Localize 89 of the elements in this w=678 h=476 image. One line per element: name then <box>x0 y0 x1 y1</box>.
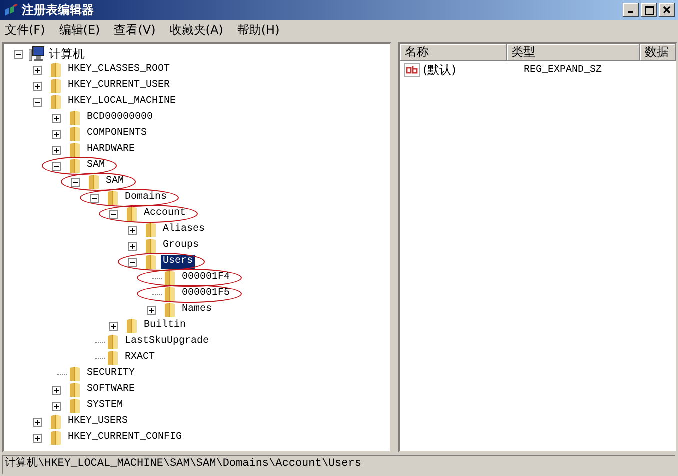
expand-icon[interactable] <box>128 226 137 234</box>
folder-icon <box>48 94 64 110</box>
menu-item[interactable]: 查看(V) <box>113 22 157 38</box>
tree-item[interactable]: HKEY_CURRENT_USER <box>66 79 172 93</box>
menu-item[interactable]: 帮助(H) <box>236 22 281 38</box>
menu-item[interactable]: 收藏夹(A) <box>168 22 224 38</box>
tree-item[interactable]: Users <box>161 255 196 269</box>
collapse-icon[interactable] <box>71 178 80 186</box>
folder-icon <box>67 366 83 382</box>
folder-icon <box>67 158 83 174</box>
menu-item[interactable]: 文件(F) <box>4 22 46 38</box>
expand-icon[interactable] <box>109 322 118 330</box>
column-header[interactable]: 数据 <box>640 44 676 61</box>
folder-icon <box>105 350 121 366</box>
maximize-icon <box>644 6 654 14</box>
folder-icon <box>67 382 83 398</box>
close-icon <box>663 6 671 14</box>
tree-item[interactable]: HKEY_CLASSES_ROOT <box>66 63 172 77</box>
maximize-button[interactable] <box>641 3 657 17</box>
expand-icon[interactable] <box>147 306 156 314</box>
tree-item[interactable]: LastSkuUpgrade <box>123 335 212 349</box>
expand-icon[interactable] <box>128 242 137 250</box>
folder-icon <box>67 142 83 158</box>
folder-icon <box>48 62 64 78</box>
tree-item[interactable]: SYSTEM <box>85 399 126 413</box>
expand-icon[interactable] <box>52 114 61 122</box>
column-header[interactable]: 名称 <box>400 44 507 61</box>
folder-icon <box>143 238 159 254</box>
expand-icon[interactable] <box>33 82 42 90</box>
collapse-icon[interactable] <box>14 50 23 58</box>
tree-item[interactable]: SECURITY <box>85 367 138 381</box>
collapse-icon[interactable] <box>128 258 137 266</box>
tree-item[interactable]: RXACT <box>123 351 158 365</box>
string-value-icon <box>404 63 420 77</box>
expand-icon[interactable] <box>33 66 42 74</box>
value-type: REG_EXPAND_SZ <box>523 64 602 76</box>
registry-cubes-icon <box>3 2 19 18</box>
tree-item[interactable]: HARDWARE <box>85 143 138 157</box>
tree-item[interactable]: Names <box>180 303 214 317</box>
minimize-button[interactable] <box>623 3 639 17</box>
folder-icon <box>162 270 178 286</box>
tree-item[interactable]: HKEY_LOCAL_MACHINE <box>66 95 178 109</box>
folder-icon <box>143 222 159 238</box>
collapse-icon[interactable] <box>109 210 118 218</box>
folder-icon <box>67 110 83 126</box>
tree-item[interactable]: 000001F5 <box>180 287 232 301</box>
expand-icon[interactable] <box>33 418 42 426</box>
expand-icon[interactable] <box>33 434 42 442</box>
value-name: (默认) <box>423 62 456 78</box>
tree-item[interactable]: 计算机 <box>47 47 87 61</box>
tree-item[interactable]: Aliases <box>161 223 208 237</box>
window-title: 注册表编辑器 <box>22 2 95 18</box>
folder-icon <box>143 254 159 270</box>
tree-item[interactable]: Account <box>142 207 188 221</box>
expand-icon[interactable] <box>52 402 61 410</box>
folder-icon <box>162 302 178 318</box>
folder-icon <box>67 398 83 414</box>
expand-icon[interactable] <box>52 386 61 394</box>
collapse-icon[interactable] <box>90 194 99 202</box>
tree-item[interactable]: Builtin <box>142 319 188 333</box>
folder-icon <box>124 206 140 222</box>
folder-icon <box>48 430 64 446</box>
tree-item[interactable]: SAM <box>104 175 126 189</box>
tree-item[interactable]: BCD00000000 <box>85 111 156 125</box>
menu-item[interactable]: 编辑(E) <box>58 22 102 38</box>
status-bar: 计算机\HKEY_LOCAL_MACHINE\SAM\SAM\Domains\Account\Users <box>2 455 676 475</box>
tree-item[interactable]: SOFTWARE <box>85 383 138 397</box>
column-header[interactable]: 类型 <box>506 44 640 61</box>
tree-item[interactable]: COMPONENTS <box>85 127 150 141</box>
collapse-icon[interactable] <box>33 98 42 106</box>
folder-icon <box>105 190 121 206</box>
tree-item[interactable]: Domains <box>123 191 170 205</box>
folder-icon <box>48 414 64 430</box>
folder-icon <box>67 126 83 142</box>
folder-icon <box>86 174 102 190</box>
expand-icon[interactable] <box>52 146 61 154</box>
folder-icon <box>162 286 178 302</box>
folder-icon <box>124 318 140 334</box>
tree-item[interactable]: Groups <box>161 239 202 253</box>
tree-item[interactable]: HKEY_USERS <box>66 415 130 429</box>
tree-item[interactable]: SAM <box>85 159 108 173</box>
collapse-icon[interactable] <box>52 162 61 170</box>
folder-icon <box>48 78 64 94</box>
tree-item[interactable]: HKEY_CURRENT_CONFIG <box>66 431 184 445</box>
expand-icon[interactable] <box>52 130 61 138</box>
folder-icon <box>105 334 121 350</box>
computer-icon <box>29 46 45 62</box>
close-button[interactable] <box>659 3 675 17</box>
tree-item[interactable]: 000001F4 <box>180 271 232 285</box>
